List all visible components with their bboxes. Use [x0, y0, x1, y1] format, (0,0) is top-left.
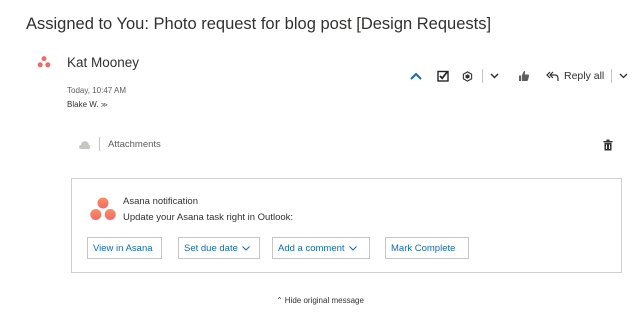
notification-subtitle: Update your Asana task right in Outlook: — [123, 212, 294, 223]
chevron-down-icon — [242, 245, 250, 251]
reply-all-label: Reply all — [564, 70, 605, 82]
set-due-date-button[interactable]: Set due date — [178, 237, 260, 259]
reply-all-icon — [546, 71, 559, 81]
view-in-asana-button[interactable]: View in Asana — [87, 237, 162, 259]
add-comment-button[interactable]: Add a comment — [272, 237, 370, 259]
asana-logo-icon — [37, 56, 51, 68]
reply-options-button[interactable] — [614, 66, 632, 86]
set-due-date-label: Set due date — [184, 242, 238, 254]
hide-original-label: Hide original message — [284, 296, 364, 305]
message-toolbar: Reply all — [406, 66, 632, 86]
view-in-asana-label: View in Asana — [93, 242, 153, 254]
expand-recipients-icon[interactable]: ≫ — [101, 102, 108, 109]
more-addins-button[interactable] — [485, 66, 503, 86]
attachments-row[interactable]: Attachments — [78, 137, 161, 151]
asana-notification-card: Asana notification Update your Asana tas… — [71, 178, 622, 273]
collapse-button[interactable] — [406, 66, 426, 86]
chevron-down-icon — [489, 73, 499, 79]
addin-button[interactable] — [456, 66, 478, 86]
mark-complete-button[interactable]: Mark Complete — [385, 237, 469, 259]
sender-name[interactable]: Kat Mooney — [67, 55, 139, 70]
cloud-attachment-icon — [79, 140, 91, 149]
notification-title: Asana notification — [123, 196, 198, 207]
mark-complete-label: Mark Complete — [391, 242, 456, 254]
chevron-down-icon — [619, 73, 628, 79]
asana-logo-icon — [90, 197, 116, 220]
message-time: Today, 10:47 AM — [67, 86, 126, 95]
hide-original-message-link[interactable]: ⌃ Hide original message — [0, 296, 640, 305]
mark-complete-toolbar-button[interactable] — [432, 66, 454, 86]
toolbar-divider — [611, 69, 613, 83]
toolbar-divider — [482, 69, 483, 83]
attachments-divider — [99, 137, 100, 151]
task-check-icon — [437, 70, 449, 82]
thumbs-up-icon — [519, 71, 530, 81]
hexagon-icon — [462, 70, 472, 82]
add-comment-label: Add a comment — [278, 242, 345, 254]
message-subject: Assigned to You: Photo request for blog … — [26, 15, 492, 33]
delete-attachments-icon[interactable] — [603, 139, 613, 151]
like-button[interactable] — [513, 66, 535, 86]
reply-all-button[interactable]: Reply all — [541, 66, 609, 86]
chevrons-up-icon: ⌃ — [276, 296, 283, 305]
recipient-name: Blake W. — [67, 100, 99, 109]
recipients-line[interactable]: Blake W. ≫ — [67, 100, 108, 109]
chevron-up-icon — [410, 72, 422, 80]
attachments-label: Attachments — [108, 138, 161, 150]
chevron-down-icon — [348, 245, 357, 251]
card-actions: View in Asana Set due date Add a comment… — [87, 237, 469, 259]
